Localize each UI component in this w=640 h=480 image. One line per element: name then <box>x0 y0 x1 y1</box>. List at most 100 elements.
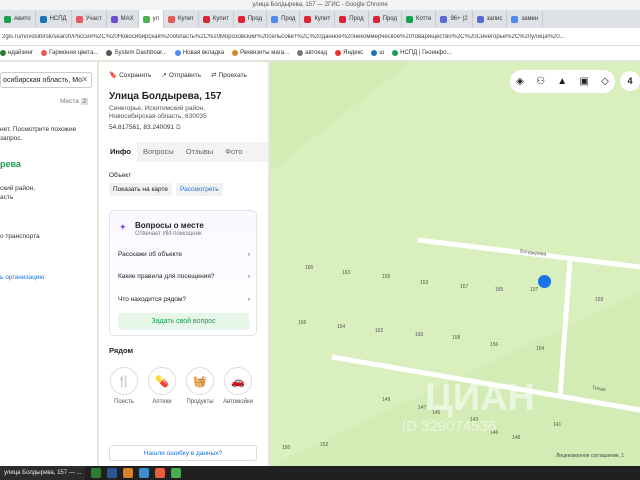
browser-tab[interactable]: Котте <box>402 10 437 28</box>
browser-tab[interactable]: замен <box>507 10 544 28</box>
taskbar-app[interactable]: улица Болдырева, 157 — ... <box>0 466 86 480</box>
bookmark-item[interactable]: Реквизиты мага... <box>232 50 289 56</box>
layers-icon[interactable]: ◇ <box>601 76 609 87</box>
app-icon[interactable] <box>171 468 182 478</box>
tab-photos[interactable]: Фото <box>219 142 248 162</box>
search-results-panel: осибирская область, Мо ✕ Места 2 нет. По… <box>0 62 98 466</box>
browser-tab[interactable]: Купит <box>199 10 234 28</box>
lot-number: 149 <box>382 397 391 403</box>
lot-number: 154 <box>536 346 545 352</box>
road-icon[interactable]: ▲ <box>557 76 567 87</box>
nearby-food[interactable]: 🍴 Поесть <box>109 367 139 405</box>
save-button[interactable]: 🔖 Сохранить <box>109 71 151 80</box>
result-district: ский район, <box>0 185 36 192</box>
app-icon[interactable] <box>139 468 150 478</box>
search-input[interactable]: осибирская область, Мо ✕ <box>0 72 92 88</box>
browser-tab[interactable]: НСПД <box>36 10 72 28</box>
bookmark-item[interactable]: ндайзинг <box>0 50 33 56</box>
show-on-map-button[interactable]: Показать на карте <box>109 183 173 196</box>
coordinates[interactable]: 54.817561, 83.240091 ⧉ <box>109 124 181 132</box>
directions-button[interactable]: ⇄ Проехать <box>211 71 247 80</box>
browser-tab[interactable]: Прод <box>234 10 268 28</box>
address-text[interactable]: 2gis.ru/novosibirsk/search/Россия%2C%20Н… <box>2 34 565 40</box>
bookmark-item[interactable]: Гармония цвета... <box>41 50 98 56</box>
license-text[interactable]: Лицензионное соглашение, 1 <box>556 453 624 459</box>
nearby-pharmacy[interactable]: 💊 Аптеки <box>147 367 177 405</box>
favicon-icon <box>339 15 347 23</box>
question-item[interactable]: Какие правила для посещения? › <box>118 273 250 280</box>
bookmark-item[interactable]: Яндекс <box>335 50 363 56</box>
browser-tab[interactable]: Участ <box>72 10 107 28</box>
app-icon[interactable] <box>123 468 134 478</box>
address-bar[interactable]: 2gis.ru/novosibirsk/search/Россия%2C%20Н… <box>0 28 640 46</box>
bookmarks-bar: ндайзинг Гармония цвета... System Dashboar… <box>0 46 640 61</box>
bookmark-icon <box>297 50 304 56</box>
consider-button[interactable]: Рассмотреть <box>176 183 223 196</box>
browser-tabs: Авито НСПД Участ MAX ул Купит Купит Прод Прод Куп… <box>0 10 640 28</box>
app-icon[interactable] <box>107 468 118 478</box>
lot-number: 160 <box>415 332 424 338</box>
add-organization-link[interactable]: ь организацию <box>0 273 44 282</box>
notification-counter[interactable]: 4 <box>620 71 640 91</box>
tab-reviews[interactable]: Отзывы <box>180 142 219 162</box>
browser-tab[interactable]: Авито <box>0 10 36 28</box>
bookmark-icon <box>106 50 113 56</box>
favicon-icon <box>168 15 176 23</box>
copy-icon[interactable]: ⧉ <box>176 124 181 131</box>
bookmark-item[interactable]: ш <box>371 50 384 56</box>
question-item[interactable]: Расскажи об объекте › <box>118 251 250 258</box>
bookmark-item[interactable]: System Dashboar... <box>106 50 167 56</box>
browser-tab[interactable]: Прод <box>369 10 402 28</box>
share-button[interactable]: ↗ Отправить <box>161 71 201 80</box>
nearby-groceries[interactable]: 🧺 Продукты <box>185 367 215 405</box>
nearby-title: Рядом <box>109 346 134 355</box>
browser-tab[interactable]: запис <box>473 10 508 28</box>
lot-number: 159 <box>595 297 604 303</box>
browser-tab[interactable]: Прод <box>335 10 369 28</box>
share-icon: ↗ <box>161 72 167 79</box>
map[interactable]: ◈ ⚇ ▲ ▣ ◇ 4 Болдырева Тихая 165 163 155 153… <box>270 62 640 466</box>
browser-tab[interactable]: Купит <box>164 10 199 28</box>
result-title[interactable]: рева <box>0 160 21 169</box>
favicon-icon <box>304 15 312 23</box>
app-icon[interactable] <box>155 468 166 478</box>
bookmark-item[interactable]: автокад <box>297 50 327 56</box>
lot-number: 158 <box>452 335 461 341</box>
bookmark-item[interactable]: Новая вкладка <box>174 50 224 56</box>
bookmark-icon <box>174 50 181 56</box>
tab-info[interactable]: Инфо <box>104 142 137 162</box>
lot-number: 155 <box>382 274 391 280</box>
no-results-text-2: запрос. <box>0 135 23 142</box>
location-pin-icon[interactable] <box>538 275 551 288</box>
report-error-button[interactable]: Нашли ошибку в данных? <box>109 445 257 461</box>
bookmark-item[interactable]: НСПД | Геоинфо... <box>392 50 452 56</box>
tab-questions[interactable]: Вопросы <box>137 142 180 162</box>
browser-tab[interactable]: Прод <box>267 10 301 28</box>
clear-search-icon[interactable]: ✕ <box>81 75 88 84</box>
favicon-icon <box>237 15 245 23</box>
places-tab[interactable]: Места 2 <box>60 97 89 106</box>
watermark: ЦИАН <box>425 377 535 419</box>
bus-icon[interactable]: ▣ <box>579 76 588 87</box>
map-controls: ◈ ⚇ ▲ ▣ ◇ <box>510 70 615 93</box>
lot-number: 166 <box>298 320 307 326</box>
question-item[interactable]: Что находится рядом? › <box>118 296 250 303</box>
browser-tab[interactable]: ул <box>138 10 165 28</box>
search-value[interactable]: осибирская область, Мо <box>3 77 82 84</box>
browser-tab[interactable]: 96+ (2 <box>436 10 473 28</box>
app-icon[interactable] <box>91 468 102 478</box>
place-address: Синегорье, Искитимский район, Новосибирс… <box>109 105 207 120</box>
browser-tab[interactable]: Купит <box>300 10 336 28</box>
nearby-carwash[interactable]: 🚗 Автомойки <box>223 367 253 405</box>
object-label: Объект <box>109 172 132 179</box>
traffic-icon[interactable]: ◈ <box>516 76 524 87</box>
watermark-id: ID 329074536 <box>402 418 497 435</box>
browser-tab[interactable]: MAX <box>107 10 139 28</box>
favicon-icon <box>511 15 519 23</box>
questions-subtitle: Отвечает ИИ-помощник <box>135 231 202 237</box>
ask-question-button[interactable]: Задать свой вопрос <box>118 313 249 330</box>
favicon-icon <box>406 15 413 23</box>
lot-number: 167 <box>460 284 469 290</box>
users-icon[interactable]: ⚇ <box>536 76 545 87</box>
lot-number: 152 <box>320 442 329 448</box>
